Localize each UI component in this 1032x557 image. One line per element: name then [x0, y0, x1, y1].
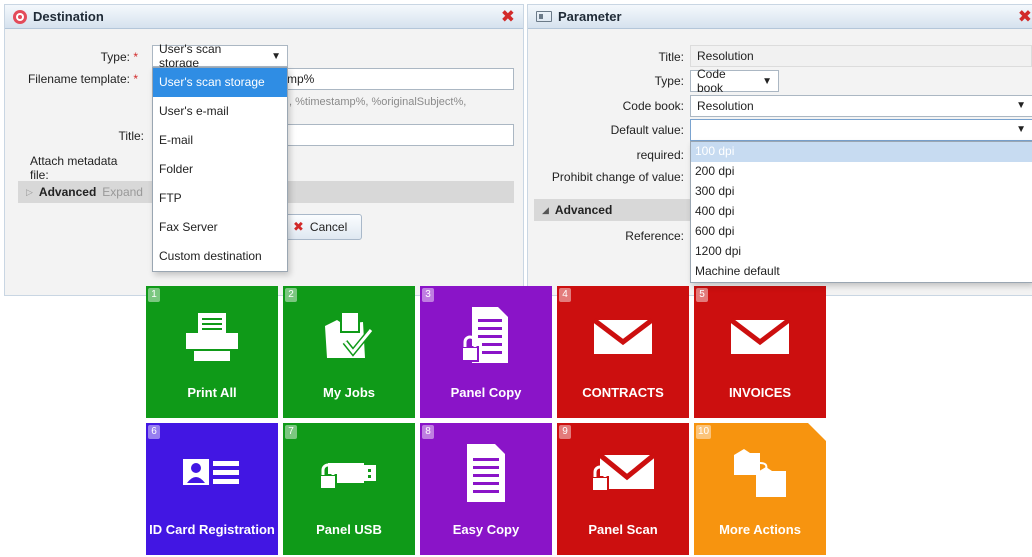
tile-more-actions[interactable]: 10 More Actions: [694, 423, 826, 555]
tile-label: ID Card Registration: [149, 522, 275, 537]
printer-icon: [146, 308, 278, 364]
type-option[interactable]: Fax Server: [153, 213, 287, 242]
type-option[interactable]: E-mail: [153, 126, 287, 155]
tile-label: More Actions: [719, 522, 801, 537]
document-icon: [420, 444, 552, 502]
chevron-right-icon: ▷: [26, 186, 33, 197]
tile-number: 1: [148, 288, 160, 302]
target-icon: [13, 9, 27, 24]
param-advanced-section-toggle[interactable]: ◢ Advanced: [534, 199, 692, 221]
usb-lock-icon: [283, 445, 415, 501]
attach-metadata-label: Attach metadata file:: [30, 154, 118, 182]
reference-label: Reference:: [625, 229, 684, 243]
close-icon[interactable]: ✖: [501, 7, 515, 27]
corner-fold: [808, 423, 826, 441]
tile-number: 7: [285, 425, 297, 439]
type-option[interactable]: FTP: [153, 184, 287, 213]
codebook-select[interactable]: Resolution ▼: [690, 95, 1032, 117]
param-title-label: Title:: [658, 50, 684, 64]
param-type-label: Type:: [654, 74, 684, 88]
default-value-option[interactable]: 300 dpi: [691, 182, 1032, 202]
chevron-down-icon: ▼: [762, 75, 772, 87]
type-option[interactable]: User's scan storage: [153, 68, 287, 97]
default-value-dropdown-list: 100 dpi 200 dpi 300 dpi 400 dpi 600 dpi …: [690, 141, 1032, 283]
filename-template-value: mp%: [287, 72, 315, 86]
default-value-option[interactable]: Machine default: [691, 262, 1032, 282]
folders-icon: [694, 445, 826, 501]
tile-panel-usb[interactable]: 7 Panel USB: [283, 423, 415, 555]
tile-number: 2: [285, 288, 297, 302]
default-value-option[interactable]: 100 dpi: [691, 142, 1032, 162]
codebook-label: Code book:: [622, 99, 684, 113]
codebook-value: Resolution: [697, 99, 754, 113]
default-value-option[interactable]: 400 dpi: [691, 202, 1032, 222]
type-select-value: User's scan storage: [159, 42, 222, 70]
envelope-icon: [557, 308, 689, 364]
tile-label: My Jobs: [322, 385, 375, 400]
close-icon: ✖: [293, 219, 304, 234]
parameter-icon: [536, 11, 552, 22]
tile-label: INVOICES: [728, 385, 792, 400]
tile-number: 6: [148, 425, 160, 439]
tile-label: Print All: [187, 385, 237, 400]
tile-number: 5: [696, 288, 708, 302]
chevron-down-icon: ▼: [271, 50, 281, 62]
tile-label: Panel USB: [316, 522, 382, 537]
filename-template-hint: , %timestamp%, %originalSubject%,: [289, 96, 467, 108]
parameter-title: Parameter: [558, 9, 622, 24]
chevron-down-icon: ◢: [542, 204, 549, 215]
tile-id-card-registration[interactable]: 6 ID Card Registration: [146, 423, 278, 555]
tile-contracts[interactable]: 4 CONTRACTS: [557, 286, 689, 418]
chevron-down-icon: ▼: [1016, 100, 1026, 111]
default-value-label: Default value:: [610, 123, 684, 137]
tile-panel-scan[interactable]: 9 Panel Scan: [557, 423, 689, 555]
tile-easy-copy[interactable]: 8 Easy Copy: [420, 423, 552, 555]
default-value-select[interactable]: ▼: [690, 119, 1032, 141]
type-label: Type: *: [100, 50, 138, 64]
tile-label: Easy Copy: [452, 522, 520, 537]
tile-panel-copy[interactable]: 3 Panel Copy: [420, 286, 552, 418]
type-option[interactable]: Custom destination: [153, 242, 287, 271]
tile-my-jobs[interactable]: 2 My Jobs: [283, 286, 415, 418]
param-title-value: Resolution: [690, 45, 1032, 67]
required-label: required:: [636, 148, 684, 162]
type-option[interactable]: User's e-mail: [153, 97, 287, 126]
document-lock-icon: [420, 307, 552, 364]
expand-label: Expand: [102, 185, 143, 199]
envelope-icon: [694, 308, 826, 364]
close-icon[interactable]: ✖: [1018, 7, 1032, 27]
tile-label: Panel Scan: [588, 522, 658, 537]
destination-header: Destination ✖: [5, 5, 523, 29]
type-option[interactable]: Folder: [153, 155, 287, 184]
default-value-option[interactable]: 600 dpi: [691, 222, 1032, 242]
id-card-icon: [146, 445, 278, 501]
prohibit-change-label: Prohibit change of value:: [551, 170, 684, 184]
cancel-label: Cancel: [309, 220, 348, 234]
envelope-lock-icon: [557, 445, 689, 501]
tile-label: Panel Copy: [450, 385, 522, 400]
filename-template-label: Filename template: *: [27, 72, 138, 86]
destination-title: Destination: [33, 9, 104, 24]
title-label: Title:: [118, 129, 144, 143]
type-select[interactable]: User's scan storage ▼: [152, 42, 288, 70]
parameter-header: Parameter ✖: [528, 5, 1032, 29]
tile-number: 9: [559, 425, 571, 439]
tile-invoices[interactable]: 5 INVOICES: [694, 286, 826, 418]
advanced-label: Advanced: [38, 185, 97, 199]
default-value-option[interactable]: 200 dpi: [691, 162, 1032, 182]
tile-number: 8: [422, 425, 434, 439]
tile-print-all[interactable]: 1 Print All: [146, 286, 278, 418]
param-type-value: Code book: [697, 67, 726, 95]
type-dropdown-list: User's scan storage User's e-mail E-mail…: [152, 67, 288, 272]
default-value-option[interactable]: 1200 dpi: [691, 242, 1032, 262]
cancel-button[interactable]: ✖ Cancel: [282, 214, 362, 240]
tile-label: CONTRACTS: [582, 385, 664, 400]
tile-number: 3: [422, 288, 434, 302]
folder-check-icon: [283, 308, 415, 364]
param-type-select[interactable]: Code book ▼: [690, 67, 779, 95]
tile-number: 10: [696, 425, 712, 439]
param-advanced-label: Advanced: [554, 203, 613, 217]
chevron-down-icon: ▼: [1016, 124, 1026, 135]
tile-number: 4: [559, 288, 571, 302]
